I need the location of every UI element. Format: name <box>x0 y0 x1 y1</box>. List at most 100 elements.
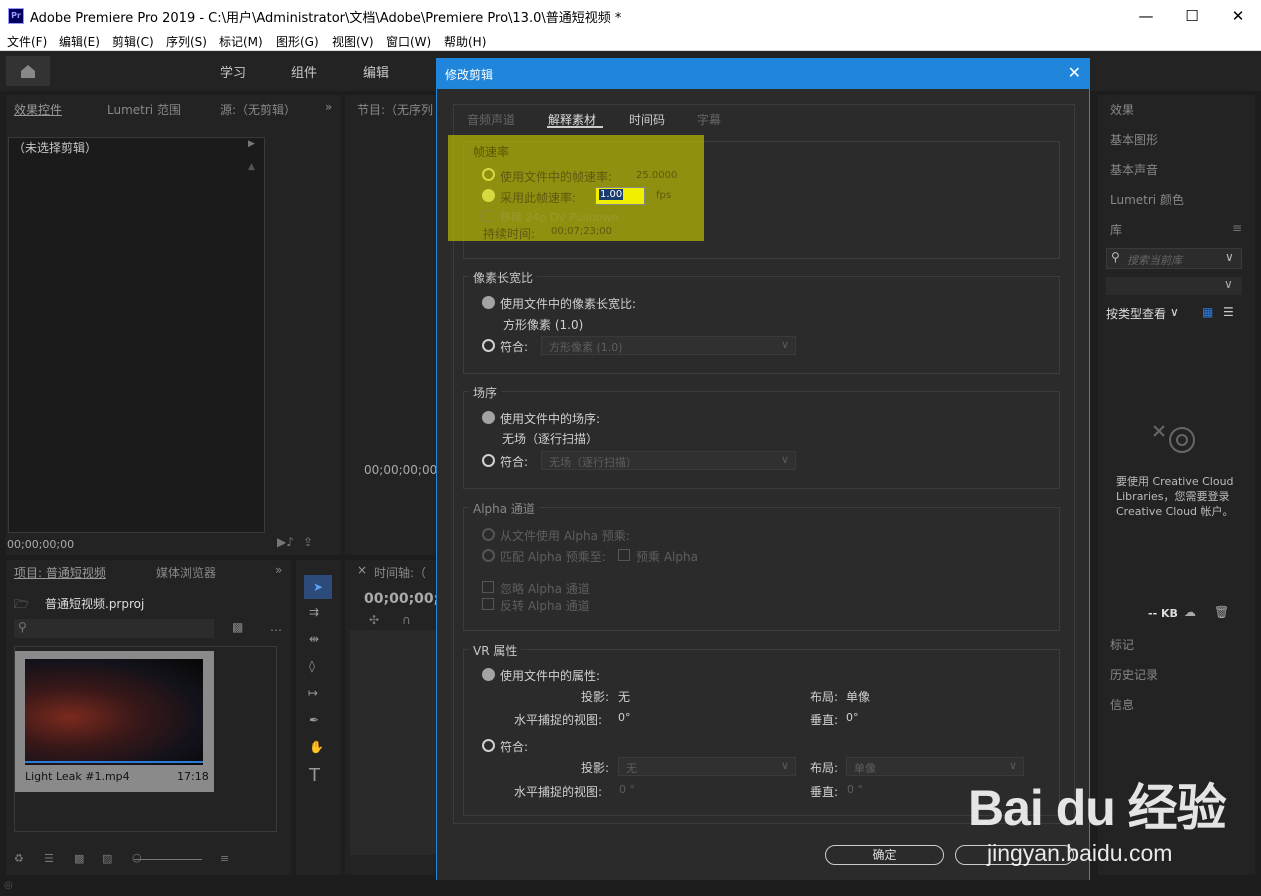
list-view-icon[interactable]: ☰ <box>1223 305 1234 319</box>
panel-lumetri-color[interactable]: Lumetri 颜色 <box>1110 191 1184 208</box>
pen-tool-icon[interactable]: ✒ <box>309 713 319 727</box>
home-button[interactable] <box>6 56 50 86</box>
export-icon[interactable]: ⇪ <box>303 535 313 549</box>
project-search-input[interactable]: ⚲ <box>14 619 214 638</box>
linked-selection-icon[interactable]: ∩ <box>402 613 411 627</box>
scroll-up-icon[interactable]: ▲ <box>248 162 255 172</box>
panel-essential-graphics[interactable]: 基本图形 <box>1110 131 1158 148</box>
vr-use-file-radio[interactable] <box>482 668 495 681</box>
libraries-menu-icon[interactable]: ≡ <box>1232 221 1242 235</box>
menu-help[interactable]: 帮助(H) <box>444 33 486 50</box>
more-icon[interactable]: … <box>270 620 282 634</box>
chevron-down-icon[interactable]: ∨ <box>1225 250 1234 264</box>
use-file-pixel-aspect-radio[interactable] <box>482 296 495 309</box>
search-icon: ⚲ <box>18 620 27 634</box>
zoom-slider-handle[interactable]: ○ <box>132 851 142 864</box>
tab-program[interactable]: 节目:（无序列 <box>357 101 433 118</box>
alpha-match-radio[interactable] <box>482 549 495 562</box>
vr-conform-hview-value[interactable]: 0 ° <box>619 783 635 796</box>
minimize-icon[interactable]: — <box>1123 0 1169 32</box>
timeline-close-icon[interactable]: × <box>357 563 367 577</box>
hand-tool-icon[interactable]: ✋ <box>309 740 324 754</box>
menu-edit[interactable]: 编辑(E) <box>59 33 100 50</box>
menu-graphics[interactable]: 图形(G) <box>276 33 319 50</box>
list-view-icon[interactable]: ☰ <box>44 852 54 865</box>
workspace-tab-assembly[interactable]: 组件 <box>291 62 317 81</box>
conform-pixel-aspect-radio[interactable] <box>482 339 495 352</box>
menu-sequence[interactable]: 序列(S) <box>166 33 207 50</box>
icon-view-icon[interactable]: ▩ <box>74 852 84 865</box>
use-file-field-order-label: 使用文件中的场序: <box>500 412 601 426</box>
tab-effect-controls[interactable]: 效果控件 <box>14 101 62 118</box>
tab-audio-channels[interactable]: 音频声道 <box>467 111 515 128</box>
conform-field-order-radio[interactable] <box>482 454 495 467</box>
pixel-aspect-legend: 像素长宽比 <box>469 269 538 286</box>
ripple-edit-tool-icon[interactable]: ⇹ <box>309 632 319 646</box>
chevron-down-icon: ∨ <box>780 338 789 351</box>
vr-conform-radio[interactable] <box>482 739 495 752</box>
tab-project[interactable]: 项目: 普通短视频 <box>14 564 106 581</box>
vr-projection-dropdown[interactable]: 无 ∨ <box>618 757 796 776</box>
panel-markers[interactable]: 标记 <box>1110 636 1134 653</box>
menu-file[interactable]: 文件(F) <box>7 33 47 50</box>
panel-effects[interactable]: 效果 <box>1110 101 1134 118</box>
cloud-icon[interactable]: ☁ <box>1184 605 1196 619</box>
chevron-down-icon[interactable]: ∨ <box>1170 305 1179 319</box>
frame-rate-input[interactable]: 1.00 <box>595 187 645 205</box>
tab-media-browser[interactable]: 媒体浏览器 <box>156 564 216 581</box>
clip-thumbnail-card[interactable]: Light Leak #1.mp4 17:18 <box>15 651 214 792</box>
tab-lumetri-scopes[interactable]: Lumetri 范围 <box>107 101 181 118</box>
use-file-frame-rate-radio[interactable] <box>482 168 495 181</box>
selection-tool-icon[interactable]: ➤ <box>304 575 332 599</box>
play-arrow-icon[interactable]: ▶ <box>248 139 255 149</box>
track-select-tool-icon[interactable]: ⇉ <box>309 605 319 619</box>
library-select[interactable]: ∨ <box>1106 277 1242 295</box>
panel-libraries[interactable]: 库 <box>1110 221 1122 238</box>
vr-conform-vertical-value[interactable]: 0 ° <box>847 783 863 796</box>
maximize-icon[interactable]: ☐ <box>1169 0 1215 32</box>
tab-captions[interactable]: 字幕 <box>697 111 721 128</box>
new-bin-icon[interactable]: ▩ <box>232 620 243 634</box>
use-file-field-order-radio[interactable] <box>482 411 495 424</box>
project-overflow-icon[interactable]: » <box>275 563 282 577</box>
tab-source[interactable]: 源:（无剪辑） <box>220 101 296 118</box>
panel-essential-sound[interactable]: 基本声音 <box>1110 161 1158 178</box>
menu-clip[interactable]: 剪辑(C) <box>112 33 154 50</box>
library-search-input[interactable]: ⚲ 搜索当前库 ∨ <box>1106 248 1242 269</box>
freeform-view-icon[interactable]: ▨ <box>102 852 112 865</box>
panel-history[interactable]: 历史记录 <box>1110 666 1158 683</box>
invert-alpha-checkbox[interactable] <box>482 598 494 610</box>
ignore-alpha-checkbox[interactable] <box>482 581 494 593</box>
view-by-type[interactable]: 按类型查看 <box>1106 305 1166 322</box>
workspace-tab-editing[interactable]: 编辑 <box>363 62 389 81</box>
vr-hview-label: 水平捕捉的视图: <box>514 713 603 727</box>
alpha-from-file-radio[interactable] <box>482 528 495 541</box>
assume-frame-rate-radio[interactable] <box>482 189 495 202</box>
panel-info[interactable]: 信息 <box>1110 696 1134 713</box>
zoom-slider[interactable] <box>134 859 202 860</box>
premultiply-alpha-checkbox[interactable] <box>618 549 630 561</box>
workspace-tab-learn[interactable]: 学习 <box>220 62 246 81</box>
slip-tool-icon[interactable]: ↦ <box>308 686 318 700</box>
panel-overflow-icon[interactable]: » <box>325 100 332 114</box>
menu-marker[interactable]: 标记(M) <box>219 33 263 50</box>
filter-icon[interactable]: ▶♪ <box>277 535 294 549</box>
type-tool-icon[interactable]: T <box>309 765 320 786</box>
menu-window[interactable]: 窗口(W) <box>386 33 431 50</box>
close-icon[interactable]: ✕ <box>1215 0 1261 32</box>
field-order-dropdown[interactable]: 无场（逐行扫描） ∨ <box>541 451 796 470</box>
razor-tool-icon[interactable]: ◊ <box>309 659 315 673</box>
remove-pulldown-checkbox[interactable] <box>482 210 494 222</box>
tab-timeline[interactable]: 时间轴:（ <box>374 564 426 581</box>
grid-view-icon[interactable]: ▦ <box>1202 305 1213 319</box>
lock-icon[interactable]: ♻ <box>14 852 24 865</box>
snap-icon[interactable]: ✣ <box>369 613 379 627</box>
tab-timecode[interactable]: 时间码 <box>629 111 665 128</box>
ok-button[interactable]: 确定 <box>825 845 944 865</box>
menu-view[interactable]: 视图(V) <box>332 33 374 50</box>
dialog-close-icon[interactable]: ✕ <box>1068 63 1081 82</box>
timeline-track-area[interactable] <box>350 630 437 855</box>
trash-icon[interactable]: 🗑 <box>1214 605 1229 619</box>
sort-icon[interactable]: ≡ <box>220 852 229 865</box>
pixel-aspect-dropdown[interactable]: 方形像素 (1.0) ∨ <box>541 336 796 355</box>
